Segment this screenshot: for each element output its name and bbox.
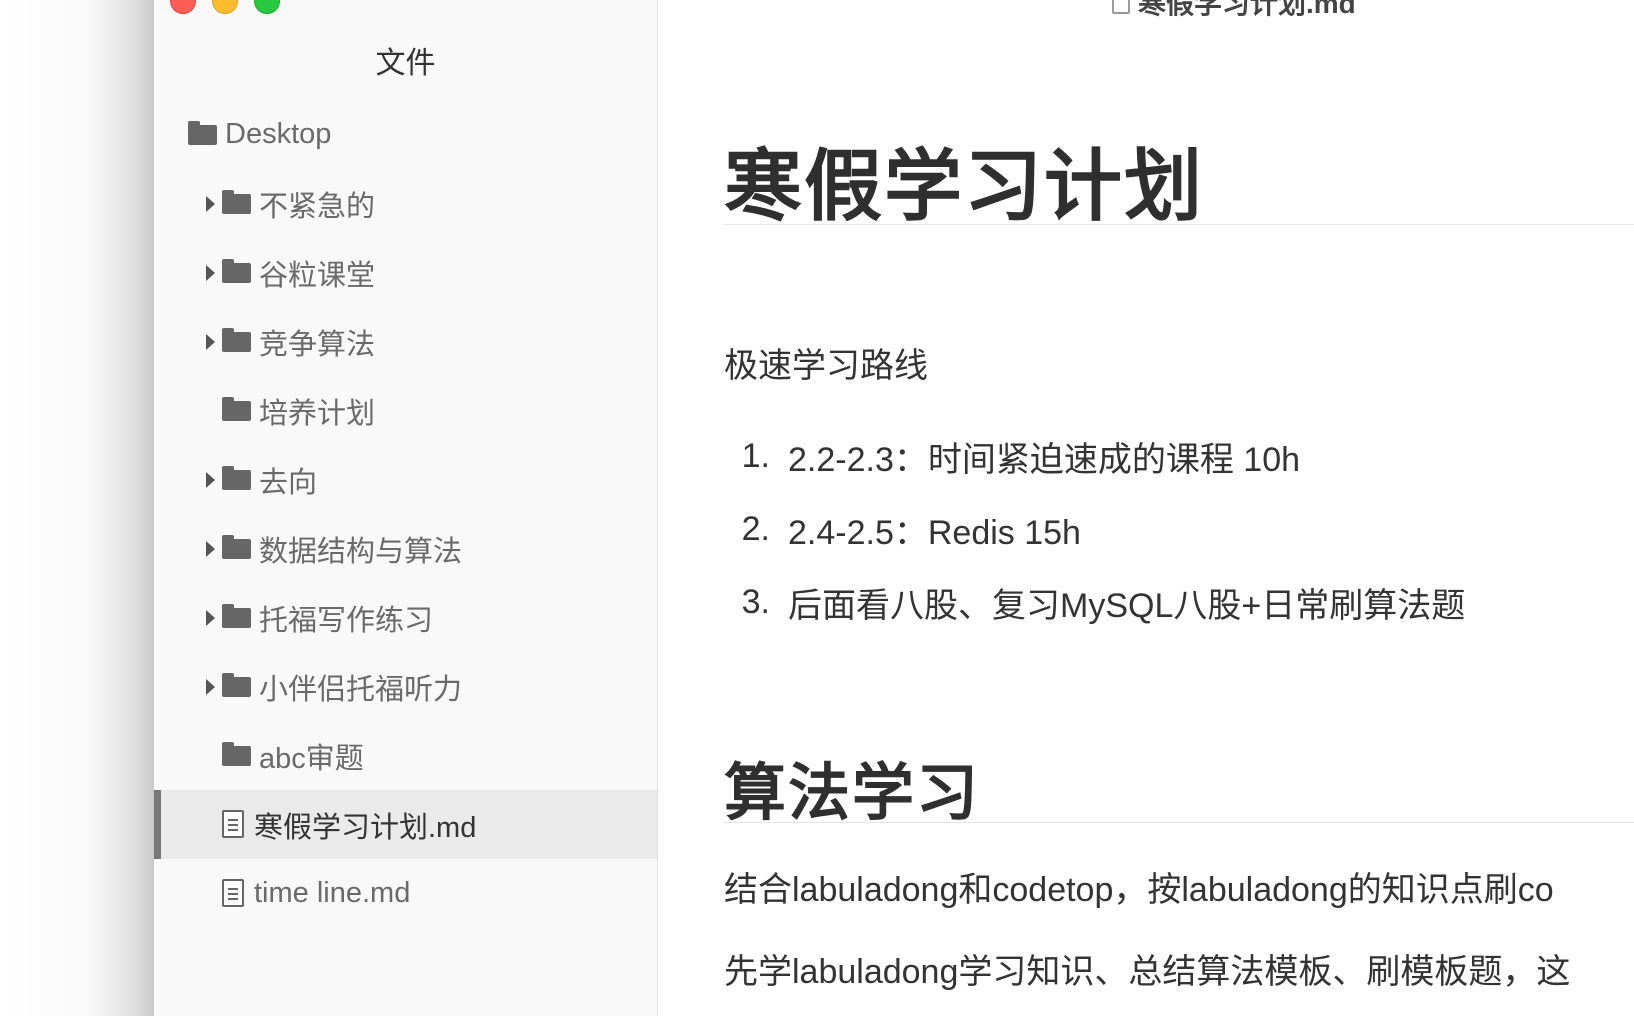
tree-item-label: 不紧急的 (259, 190, 376, 223)
list-item: 3. 后面看八股、复习MySQL八股+日常刷算法题 (724, 566, 1466, 639)
folder-icon (222, 327, 251, 352)
document-title: 寒假学习计划.md (1138, 0, 1356, 19)
tree-item-label: 寒假学习计划.md (254, 811, 477, 844)
tree-item-label: 竞争算法 (259, 328, 376, 361)
tree-folder-item[interactable]: 数据结构与算法 (154, 514, 657, 583)
file-tree: Desktop 不紧急的 谷粒课堂 竞争算法 培养计划 去向 数据结构与算法 托… (154, 100, 657, 928)
tree-folder-item[interactable]: 去向 (154, 445, 657, 514)
list-item: 2. 2.4-2.5：Redis 15h (724, 493, 1465, 566)
ordered-list: 1. 2.2-2.3：时间紧迫速成的课程 10h 2. 2.4-2.5：Redi… (724, 420, 1466, 639)
expand-caret-icon[interactable] (206, 238, 222, 307)
document-icon (222, 878, 244, 907)
folder-icon (222, 396, 251, 421)
tree-folder-item[interactable]: 不紧急的 (154, 169, 657, 238)
document-icon (1112, 0, 1130, 14)
expand-caret-icon[interactable] (206, 652, 222, 721)
maximize-window-button[interactable] (254, 0, 280, 14)
tree-item-label: Desktop (225, 118, 332, 150)
tree-folder-item[interactable]: 托福写作练习 (154, 583, 657, 652)
expand-caret-icon[interactable] (206, 169, 222, 238)
folder-icon (222, 189, 251, 214)
tree-file-item-active[interactable]: 寒假学习计划.md (154, 790, 657, 859)
tree-folder-item[interactable]: 小伴侣托福听力 (154, 652, 657, 721)
list-number: 1. (741, 437, 770, 475)
list-item-text: 后面看八股、复习MySQL八股+日常刷算法题 (788, 587, 1466, 625)
tree-item-label: 托福写作练习 (259, 604, 434, 637)
tree-item-label: time line.md (254, 877, 411, 909)
window-controls (170, 0, 280, 14)
document-title-bar: 寒假学习计划.md (1112, 0, 1356, 22)
folder-icon (222, 465, 251, 490)
expand-caret-icon[interactable] (206, 514, 222, 583)
folder-icon (188, 120, 217, 145)
tree-root-desktop[interactable]: Desktop (154, 100, 657, 169)
paragraph: 结合labuladong和codetop，按labuladong的知识点刷co (724, 871, 1554, 909)
tree-item-label: abc审题 (259, 742, 364, 775)
file-sidebar: 文件 Desktop 不紧急的 谷粒课堂 竞争算法 培养计划 去向 数据结构与算… (154, 0, 658, 1016)
folder-icon (222, 672, 251, 697)
heading-2: 算法学习 (724, 759, 981, 828)
tree-file-item[interactable]: time line.md (154, 859, 657, 928)
folder-icon (222, 258, 251, 283)
list-number: 3. (741, 583, 770, 621)
paragraph: 先学labuladong学习知识、总结算法模板、刷模板题，这 (724, 953, 1571, 991)
heading-divider (724, 822, 1634, 823)
app-window: 文件 Desktop 不紧急的 谷粒课堂 竞争算法 培养计划 去向 数据结构与算… (154, 0, 1634, 1016)
list-item: 1. 2.2-2.3：时间紧迫速成的课程 10h (724, 420, 1465, 493)
close-window-button[interactable] (170, 0, 196, 14)
editor-pane[interactable]: 寒假学习计划.md 寒假学习计划 极速学习路线 1. 2.2-2.3：时间紧迫速… (658, 0, 1634, 1016)
sidebar-title: 文件 (375, 47, 436, 80)
expand-caret-icon[interactable] (206, 307, 222, 376)
tree-item-label: 培养计划 (259, 397, 376, 430)
tree-folder-item[interactable]: 谷粒课堂 (154, 238, 657, 307)
expand-caret-icon[interactable] (206, 583, 222, 652)
heading-1: 寒假学习计划 (724, 142, 1205, 230)
tree-folder-item[interactable]: abc审题 (154, 721, 657, 790)
folder-icon (222, 603, 251, 628)
tree-folder-item[interactable]: 竞争算法 (154, 307, 657, 376)
list-item-text: 2.4-2.5：Redis 15h (788, 514, 1081, 552)
list-number: 2. (741, 510, 770, 548)
tree-item-label: 谷粒课堂 (259, 259, 376, 292)
list-item-text: 2.2-2.3：时间紧迫速成的课程 10h (788, 441, 1301, 479)
tree-item-label: 去向 (259, 466, 318, 499)
document-icon (222, 809, 244, 838)
desktop-background (0, 0, 154, 1016)
folder-icon (222, 741, 251, 766)
paragraph: 极速学习路线 (724, 347, 928, 385)
tree-item-label: 小伴侣托福听力 (259, 673, 463, 706)
heading-divider (724, 224, 1634, 225)
folder-icon (222, 534, 251, 559)
expand-caret-icon[interactable] (206, 445, 222, 514)
tree-item-label: 数据结构与算法 (259, 535, 463, 568)
minimize-window-button[interactable] (212, 0, 238, 14)
tree-folder-item[interactable]: 培养计划 (154, 376, 657, 445)
